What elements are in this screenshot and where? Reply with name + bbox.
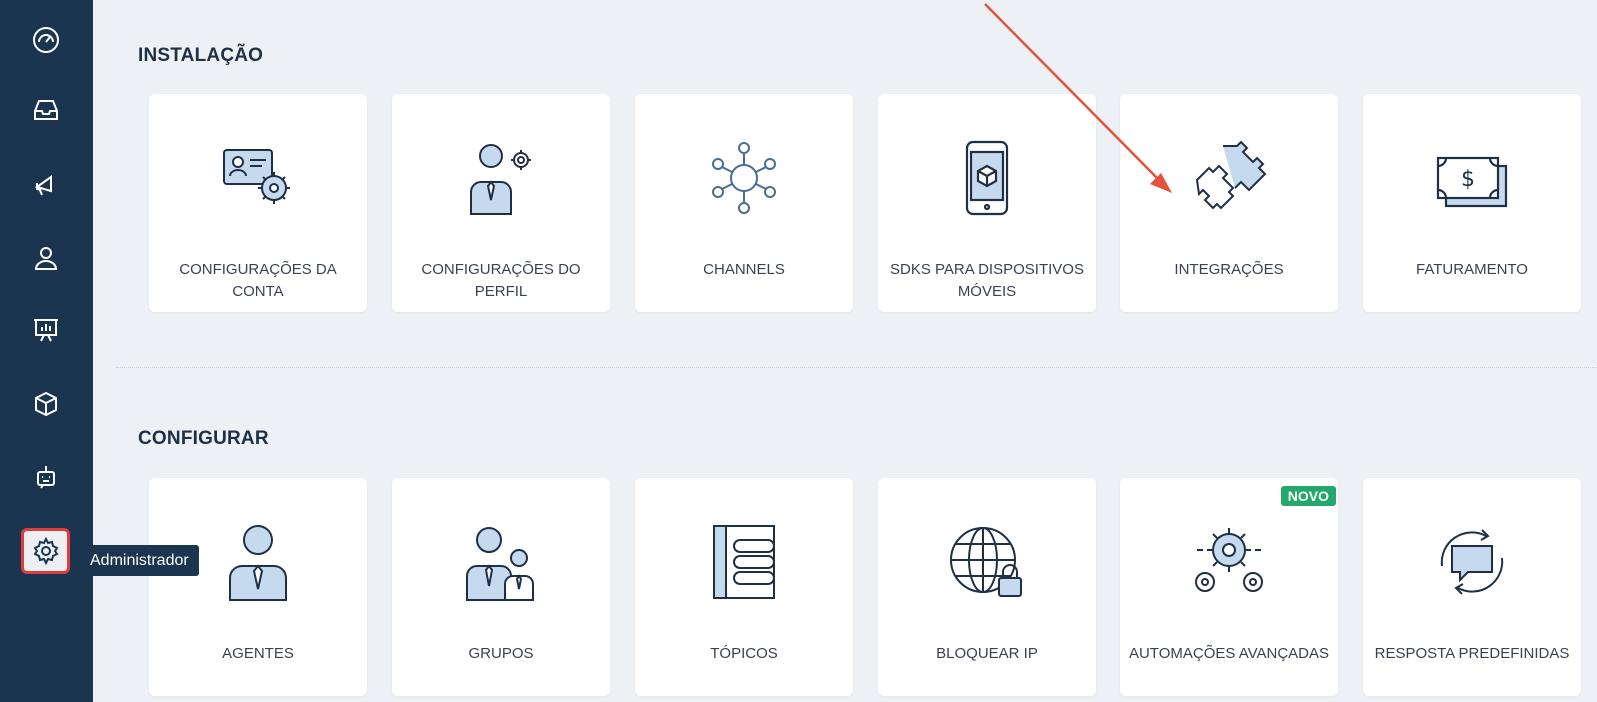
profile-settings-icon	[461, 138, 541, 218]
card-label: CONFIGURAÇÕES DA CONTA	[179, 261, 337, 300]
cube-icon[interactable]	[26, 384, 66, 424]
reports-icon[interactable]	[26, 310, 66, 350]
card-profile-settings[interactable]: CONFIGURAÇÕES DO PERFIL	[392, 94, 610, 312]
card-label: RESPOSTA PREDEFINIDAS	[1374, 645, 1570, 662]
agent-icon	[218, 522, 298, 602]
card-label: AGENTES	[222, 645, 294, 662]
bot-icon[interactable]	[26, 457, 66, 497]
dashboard-icon[interactable]	[26, 20, 66, 60]
card-channels[interactable]: CHANNELS	[635, 94, 853, 312]
card-label: TÓPICOS	[710, 645, 778, 662]
card-account-settings[interactable]: CONFIGURAÇÕES DA CONTA	[149, 94, 367, 312]
section-divider	[116, 367, 1597, 368]
section-title-install: INSTALAÇÃO	[138, 45, 264, 66]
svg-text:$: $	[1461, 167, 1475, 192]
sidebar	[0, 0, 93, 702]
card-billing[interactable]: $ FATURAMENTO	[1363, 94, 1581, 312]
card-label: CONFIGURAÇÕES DO PERFIL	[421, 261, 581, 300]
card-mobile-sdk[interactable]: SDKS PARA DISPOSITIVOS MÓVEIS	[878, 94, 1096, 312]
card-label: CHANNELS	[703, 261, 785, 278]
card-label: AUTOMAÇÕES AVANÇADAS	[1128, 645, 1330, 662]
canned-response-icon	[1432, 522, 1512, 602]
gear-icon[interactable]	[21, 528, 70, 574]
automation-gears-icon	[1189, 522, 1269, 602]
card-label: FATURAMENTO	[1416, 261, 1528, 278]
megaphone-icon[interactable]	[26, 164, 66, 204]
card-block-ip[interactable]: BLOQUEAR IP	[878, 478, 1096, 696]
card-canned-responses[interactable]: RESPOSTA PREDEFINIDAS	[1363, 478, 1581, 696]
channels-icon	[704, 138, 784, 218]
card-integrations[interactable]: INTEGRAÇÕES	[1120, 94, 1338, 312]
card-advanced-automations[interactable]: NOVO AUTOMAÇÕES AVANÇADAS	[1120, 478, 1338, 696]
card-agents[interactable]: AGENTES	[149, 478, 367, 696]
section-title-configure: CONFIGURAR	[138, 428, 269, 449]
user-icon[interactable]	[26, 238, 66, 278]
card-groups[interactable]: GRUPOS	[392, 478, 610, 696]
globe-lock-icon	[947, 522, 1027, 602]
card-label: INTEGRAÇÕES	[1174, 261, 1284, 278]
topics-icon	[704, 522, 784, 602]
card-topics[interactable]: TÓPICOS	[635, 478, 853, 696]
puzzle-icon	[1189, 138, 1269, 218]
card-label: BLOQUEAR IP	[936, 645, 1038, 662]
card-label: SDKS PARA DISPOSITIVOS MÓVEIS	[890, 261, 1084, 300]
card-label: GRUPOS	[468, 645, 534, 662]
account-settings-icon	[218, 138, 298, 218]
billing-icon: $	[1432, 138, 1512, 218]
inbox-icon[interactable]	[26, 90, 66, 130]
new-badge: NOVO	[1280, 486, 1336, 506]
sidebar-tooltip: Administrador	[74, 545, 199, 576]
mobile-sdk-icon	[947, 138, 1027, 218]
groups-icon	[461, 522, 541, 602]
